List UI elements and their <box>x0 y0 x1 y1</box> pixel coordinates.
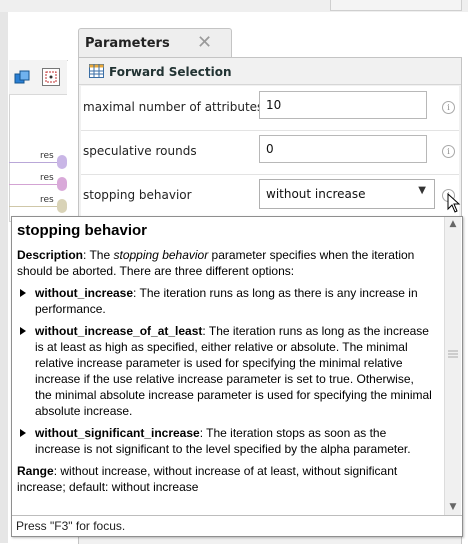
param-label: stopping behavior <box>83 188 192 202</box>
info-icon[interactable]: i <box>442 145 455 158</box>
speculative-rounds-input[interactable]: 0 <box>259 135 427 163</box>
auto-layout-icon[interactable] <box>42 68 60 86</box>
focus-hint: Press "F3" for focus. <box>16 519 126 533</box>
parameter-list: maximal number of attributes 10 i specul… <box>81 86 459 216</box>
param-label: maximal number of attributes <box>83 100 264 114</box>
close-icon[interactable]: ✕ <box>197 32 212 53</box>
option-name: without_significant_increase <box>35 426 200 440</box>
param-row-speculative-rounds: speculative rounds 0 i <box>81 130 459 175</box>
scroll-thumb-grip-icon[interactable] <box>448 350 458 358</box>
operator-header: Forward Selection <box>79 58 461 85</box>
mouse-cursor-icon <box>447 193 461 213</box>
param-row-maximal-number-of-attributes: maximal number of attributes 10 i <box>81 86 459 131</box>
connection-line <box>9 184 61 185</box>
option-text: : The iteration runs as long as the incr… <box>35 324 432 418</box>
port-label: res <box>40 195 54 205</box>
select-value: without increase <box>266 187 366 201</box>
tooltip-footer: Press "F3" for focus. <box>12 515 462 536</box>
parameters-tab[interactable]: Parameters ✕ <box>78 28 232 59</box>
description-label: Description <box>17 248 84 262</box>
range-text: : without increase, without increase of … <box>17 464 398 494</box>
panel-title: Parameters <box>85 36 170 51</box>
stopping-behavior-select[interactable]: without increase ▼ <box>259 179 435 209</box>
scroll-up-arrow-icon[interactable]: ▲ <box>445 217 461 232</box>
bullet-arrow-icon <box>20 289 26 297</box>
bullet-arrow-icon <box>20 327 26 335</box>
description-emphasis: stopping behavior <box>113 248 209 262</box>
tooltip-scrollbar[interactable]: ▲ ▼ <box>444 217 461 515</box>
connection-line <box>9 206 61 207</box>
info-icon[interactable]: i <box>442 101 455 114</box>
tooltip-description: Description: The stopping behavior param… <box>17 247 432 279</box>
connection-line <box>9 162 61 163</box>
parameter-tooltip: stopping behavior Description: The stopp… <box>11 216 463 537</box>
table-grid-icon <box>89 64 104 78</box>
option-item: without_increase: The iteration runs as … <box>17 285 432 317</box>
port-label: res <box>40 151 54 161</box>
bullet-arrow-icon <box>20 429 26 437</box>
scroll-down-arrow-icon[interactable]: ▼ <box>445 500 461 515</box>
option-item: without_significant_increase: The iterat… <box>17 425 432 457</box>
left-edge-strip <box>0 12 8 543</box>
range-label: Range <box>17 464 54 478</box>
description-text: : The <box>83 248 114 262</box>
output-port[interactable] <box>57 155 67 169</box>
cube-icon[interactable] <box>14 70 30 84</box>
tooltip-content: stopping behavior Description: The stopp… <box>12 217 440 515</box>
option-name: without_increase <box>35 286 134 300</box>
maximal-number-of-attributes-input[interactable]: 10 <box>259 91 427 119</box>
param-row-stopping-behavior: stopping behavior without increase ▼ i <box>81 174 459 218</box>
dropdown-arrow-icon[interactable]: ▼ <box>418 185 426 196</box>
operator-name: Forward Selection <box>109 65 232 79</box>
option-name: without_increase_of_at_least <box>35 324 203 338</box>
output-port[interactable] <box>57 177 67 191</box>
top-bar-button[interactable] <box>330 0 462 11</box>
tooltip-title: stopping behavior <box>17 222 148 239</box>
tooltip-range: Range: without increase, without increas… <box>17 463 432 495</box>
port-label: res <box>40 173 54 183</box>
output-port[interactable] <box>57 199 67 213</box>
option-item: without_increase_of_at_least: The iterat… <box>17 323 432 419</box>
param-label: speculative rounds <box>83 144 197 158</box>
